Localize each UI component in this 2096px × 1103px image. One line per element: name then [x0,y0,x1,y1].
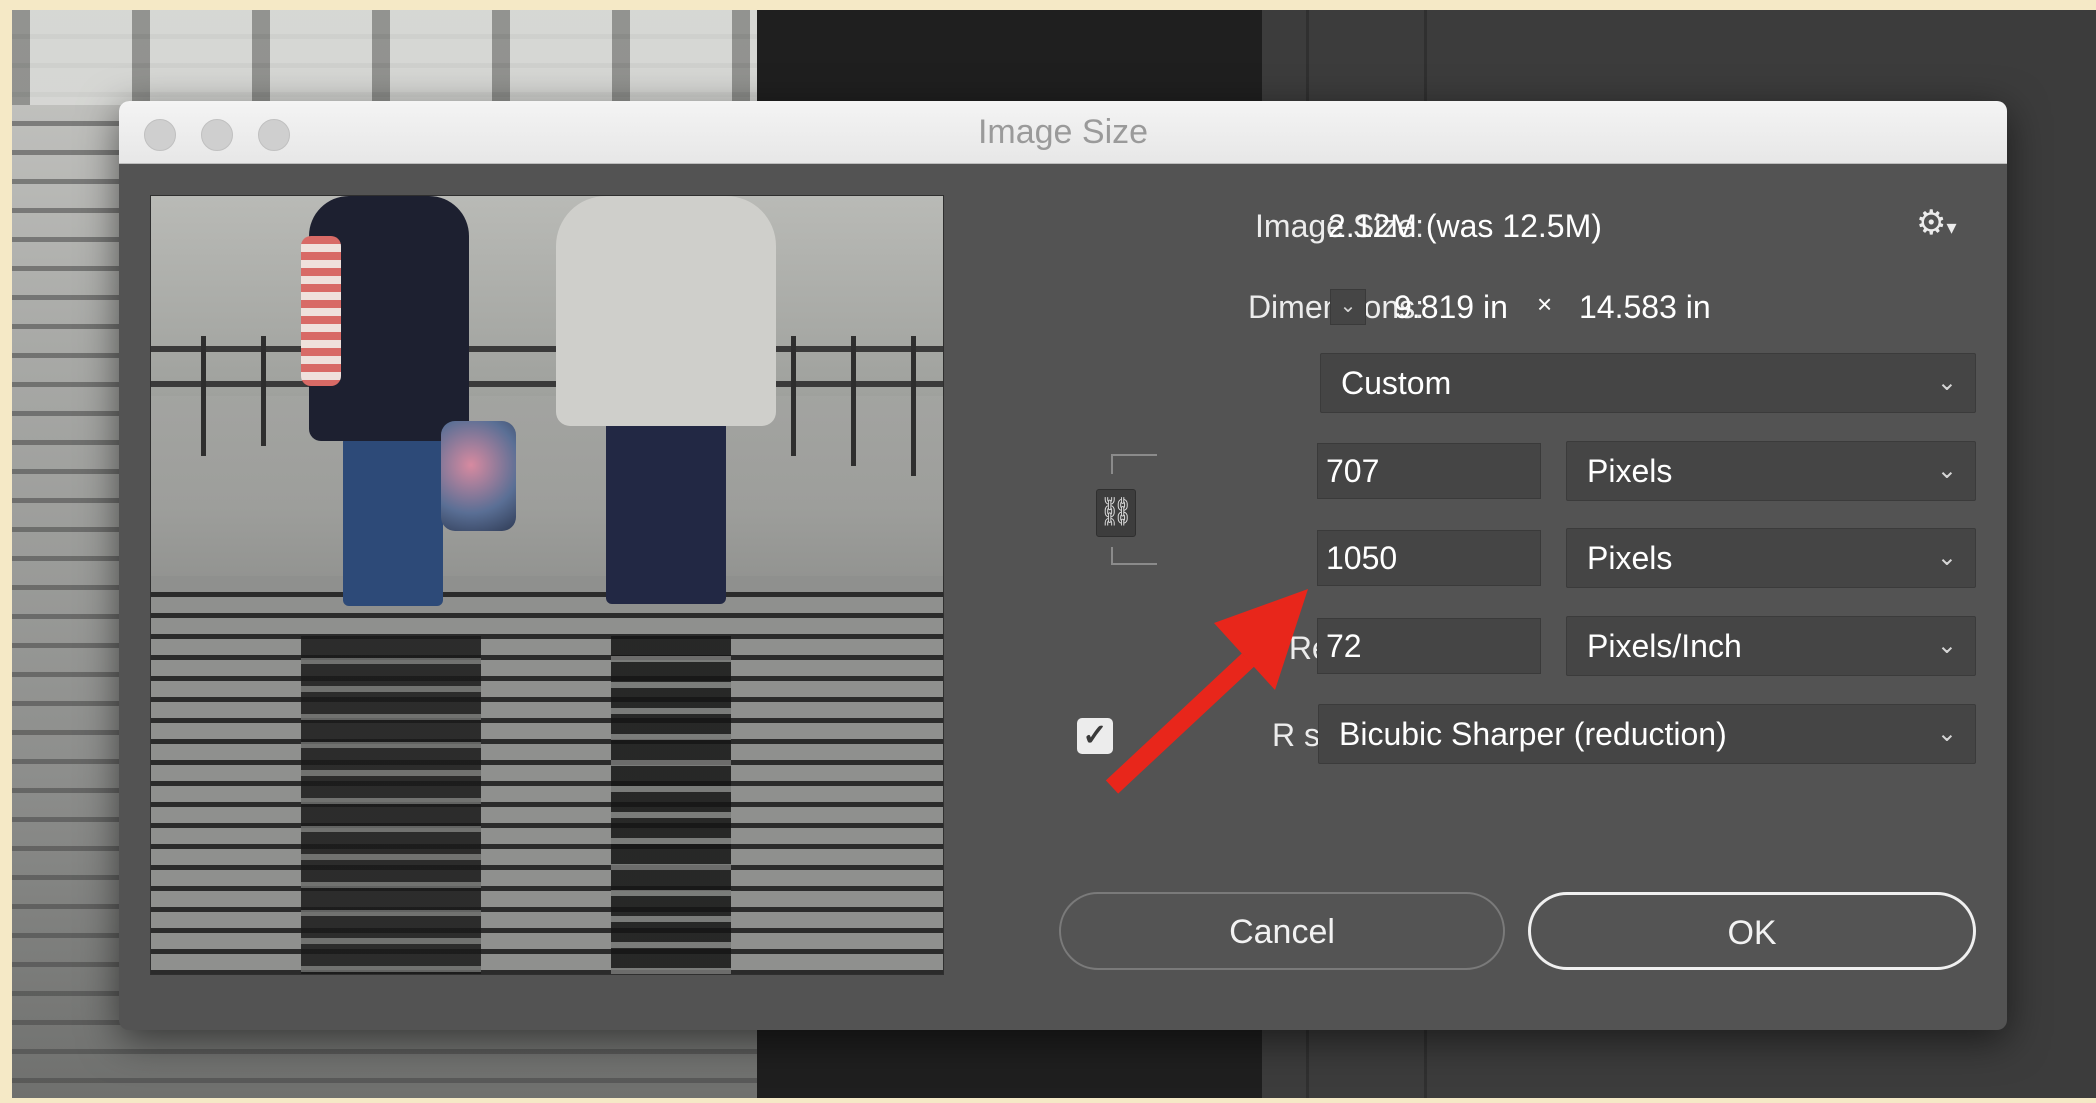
red-arrow-icon [1105,589,1308,794]
